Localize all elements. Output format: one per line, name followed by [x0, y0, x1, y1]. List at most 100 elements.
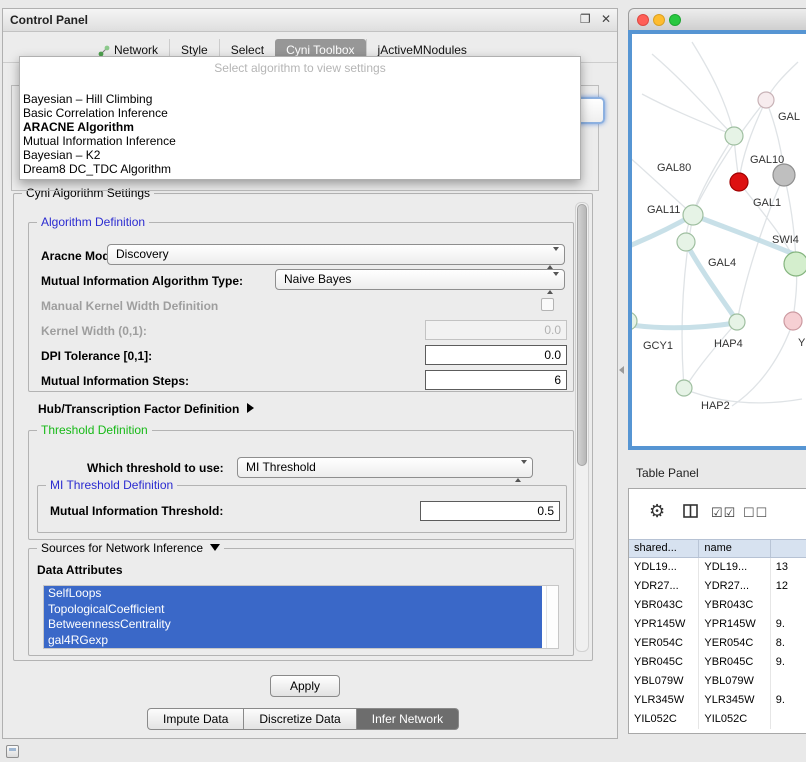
column-header-extra[interactable]: [771, 540, 806, 557]
cell-name: YBR043C: [699, 596, 770, 615]
settings-scrollbar[interactable]: [575, 202, 589, 652]
dpi-tolerance-label: DPI Tolerance [0,1]:: [41, 349, 152, 363]
cell-extra: 9.: [771, 653, 806, 672]
cell-extra: 9.: [771, 615, 806, 634]
attribute-item-selected[interactable]: BetweennessCentrality: [44, 617, 542, 633]
kernel-width-field[interactable]: 0.0: [425, 320, 567, 340]
dropdown-item[interactable]: Dream8 DC_TDC Algorithm: [20, 162, 580, 176]
table-row[interactable]: YDL19... YDL19... 13: [629, 558, 806, 577]
aracne-mode-combobox[interactable]: Discovery: [107, 244, 565, 265]
mi-steps-field[interactable]: 6: [425, 370, 567, 390]
node-table: shared... name YDL19... YDL19... 13 YDR2…: [629, 539, 806, 733]
table-row[interactable]: YDR27... YDR27... 12: [629, 577, 806, 596]
threshold-definition-title: Threshold Definition: [37, 423, 152, 437]
cell-extra: [771, 596, 806, 615]
minimize-traffic-light[interactable]: [653, 14, 665, 26]
network-node[interactable]: [784, 252, 806, 276]
deselect-all-checks-icon[interactable]: ☐☐: [743, 505, 768, 521]
table-row[interactable]: YBR043C YBR043C: [629, 596, 806, 615]
node-label: Y: [798, 337, 806, 349]
node-label: GAL4: [708, 257, 736, 269]
node-label: GCY1: [643, 340, 673, 352]
network-icon: [98, 45, 110, 57]
cell-name: YDR27...: [699, 577, 770, 596]
attribute-item-selected[interactable]: SelfLoops: [44, 586, 542, 602]
network-node[interactable]: [676, 380, 692, 396]
mi-steps-label: Mutual Information Steps:: [41, 374, 189, 388]
cell-shared-name: YIL052C: [629, 710, 699, 729]
dropdown-item[interactable]: Bayesian – K2: [20, 148, 580, 162]
table-row[interactable]: YLR345W YLR345W 9.: [629, 691, 806, 710]
float-window-icon[interactable]: ❐: [580, 12, 591, 26]
tab-impute-data[interactable]: Impute Data: [147, 708, 244, 730]
cell-name: YBL079W: [699, 672, 770, 691]
dpi-tolerance-field[interactable]: 0.0: [425, 345, 567, 365]
network-node-selected[interactable]: [730, 173, 748, 191]
table-toolbar: ⚙ ☑☑ ☐☐: [629, 489, 806, 538]
network-node[interactable]: [758, 92, 774, 108]
table-panel: Table Panel ⚙ ☑☑ ☐☐ shared... name YDL19…: [628, 458, 806, 738]
table-row[interactable]: YER054C YER054C 8.: [629, 634, 806, 653]
network-node[interactable]: [683, 205, 703, 225]
mi-threshold-label: Mutual Information Threshold:: [50, 504, 223, 518]
column-header-shared-name[interactable]: shared...: [629, 540, 699, 557]
cell-shared-name: YBR045C: [629, 653, 699, 672]
table-row[interactable]: YPR145W YPR145W 9.: [629, 615, 806, 634]
which-threshold-combobox[interactable]: MI Threshold: [237, 457, 533, 478]
splitter-collapse-icon[interactable]: [619, 366, 624, 374]
network-window-titlebar: [628, 8, 806, 30]
table-row[interactable]: YBR045C YBR045C 9.: [629, 653, 806, 672]
attribute-item-selected[interactable]: TopologicalCoefficient: [44, 602, 542, 618]
dropdown-placeholder: Select algorithm to view settings: [20, 57, 580, 76]
mi-type-combobox[interactable]: Naive Bayes: [275, 269, 565, 290]
dropdown-item[interactable]: Basic Correlation Inference: [20, 106, 580, 120]
table-row[interactable]: YIL052C YIL052C: [629, 710, 806, 729]
which-threshold-label: Which threshold to use:: [87, 461, 224, 475]
settings-scrollbar-thumb[interactable]: [577, 204, 587, 466]
close-icon[interactable]: ✕: [601, 12, 611, 26]
apply-button[interactable]: Apply: [270, 675, 340, 697]
mi-type-value: Naive Bayes: [284, 272, 351, 286]
attribute-item-selected[interactable]: gal4RGexp: [44, 633, 542, 649]
dropdown-item-aracne[interactable]: ARACNE Algorithm: [20, 120, 580, 134]
select-all-checks-icon[interactable]: ☑☑: [711, 505, 736, 521]
manual-kernel-width-checkbox[interactable]: [541, 298, 554, 311]
network-node[interactable]: [725, 127, 743, 145]
cell-extra: 9.: [771, 691, 806, 710]
panel-title: Control Panel: [10, 13, 88, 27]
network-node[interactable]: [729, 314, 745, 330]
cell-shared-name: YLR345W: [629, 691, 699, 710]
control-panel-titlebar: Control Panel ❐ ✕: [3, 9, 617, 32]
mi-threshold-field[interactable]: 0.5: [420, 501, 560, 521]
algorithm-definition-group: Algorithm Definition Aracne Mode: Discov…: [28, 222, 574, 392]
gear-icon[interactable]: ⚙: [649, 501, 665, 522]
network-node[interactable]: [677, 233, 695, 251]
column-header-name[interactable]: name: [699, 540, 770, 557]
close-traffic-light[interactable]: [637, 14, 649, 26]
cell-extra: [771, 672, 806, 691]
tab-discretize-data[interactable]: Discretize Data: [244, 708, 356, 730]
network-node[interactable]: [784, 312, 802, 330]
network-canvas[interactable]: GAL GAL80 GAL10 GAL11 GAL1 SWI4 GAL4 GCY…: [628, 30, 806, 450]
docked-panel-icon[interactable]: [6, 745, 19, 758]
table-row[interactable]: YBL079W YBL079W: [629, 672, 806, 691]
columns-icon[interactable]: [683, 504, 698, 523]
panel-splitter[interactable]: [618, 8, 628, 737]
hub-definition-toggle[interactable]: Hub/Transcription Factor Definition: [38, 402, 254, 416]
dropdown-item[interactable]: Mutual Information Inference: [20, 134, 580, 148]
tab-infer-network[interactable]: Infer Network: [357, 708, 459, 730]
algorithm-definition-title: Algorithm Definition: [37, 215, 149, 229]
sources-group-title[interactable]: Sources for Network Inference: [37, 541, 224, 555]
combo-arrows-icon: [515, 462, 527, 481]
dropdown-item[interactable]: Bayesian – Hill Climbing: [20, 92, 580, 106]
zoom-traffic-light[interactable]: [669, 14, 681, 26]
table-panel-title: Table Panel: [628, 458, 806, 486]
node-label: HAP2: [701, 400, 730, 412]
cell-shared-name: YDR27...: [629, 577, 699, 596]
network-node[interactable]: [773, 164, 795, 186]
cell-shared-name: YDL19...: [629, 558, 699, 577]
desktop: { "colors": { "selection_blue": "#3a68c8…: [0, 0, 806, 762]
data-attributes-label: Data Attributes: [37, 563, 123, 577]
attribute-list-scrollbar[interactable]: [546, 586, 558, 648]
cell-extra: 13: [771, 558, 806, 577]
